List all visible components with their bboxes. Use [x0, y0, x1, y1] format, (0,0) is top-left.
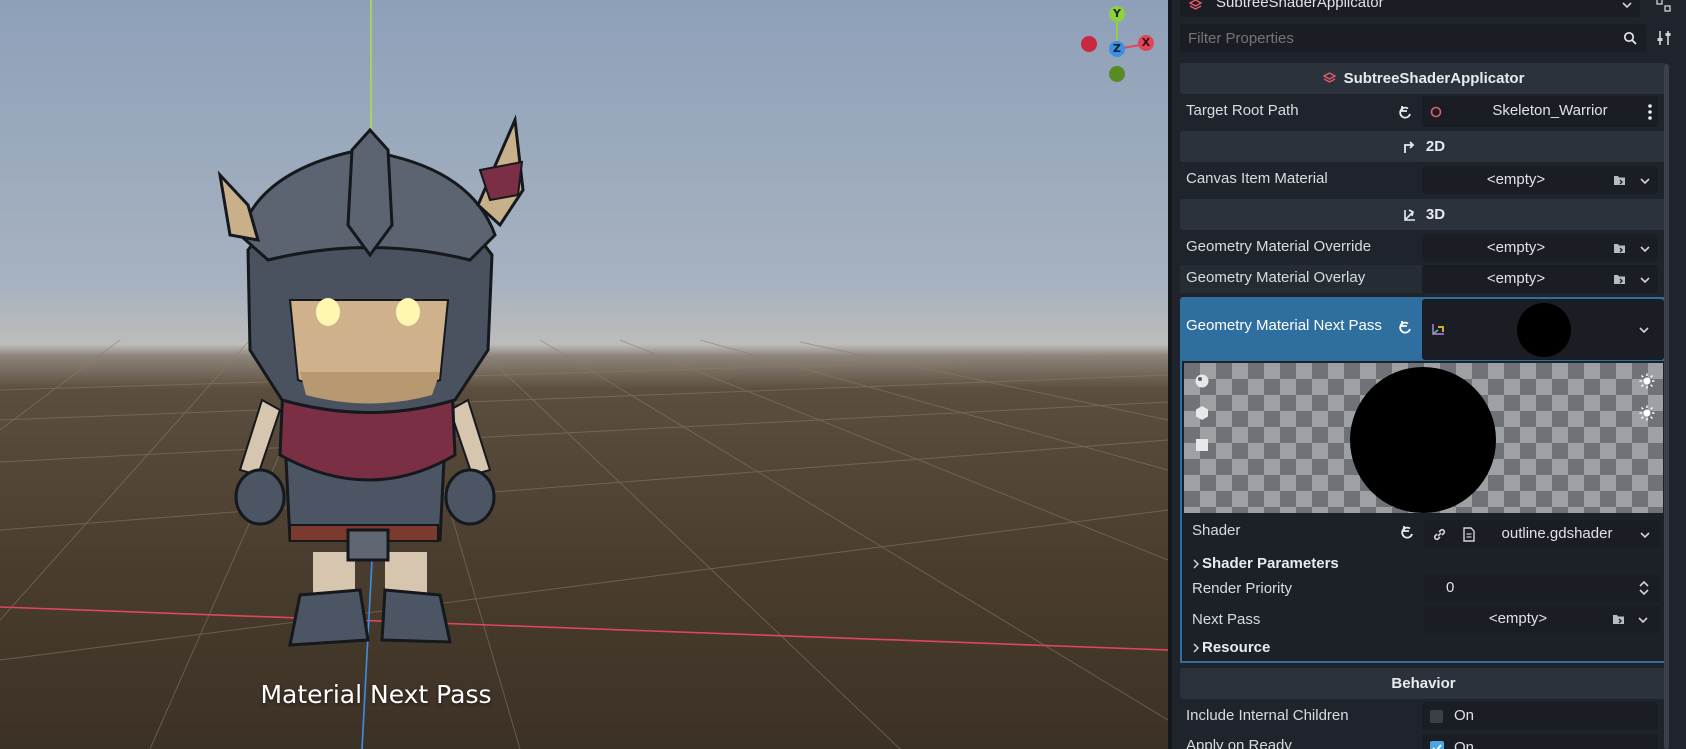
load-folder-icon[interactable] [1613, 273, 1627, 285]
next-pass-picker[interactable]: <empty> [1424, 605, 1660, 633]
target-root-path-value: Skeleton_Warrior [1492, 102, 1608, 119]
search-icon [1623, 31, 1637, 45]
chevron-right-icon [1193, 643, 1200, 653]
inspector-scrollbar[interactable] [1664, 64, 1669, 749]
section-behavior[interactable]: Behavior [1180, 668, 1667, 699]
material-thumbnail [1517, 303, 1571, 357]
material-preview [1184, 363, 1663, 513]
geometry-material-overlay-label: Geometry Material Overlay [1186, 269, 1366, 286]
geometry-material-overlay-picker[interactable]: <empty> [1422, 265, 1658, 293]
shader-material-icon [1432, 324, 1444, 335]
chevron-down-icon[interactable] [1637, 323, 1651, 337]
chevron-down-icon[interactable] [1638, 273, 1652, 287]
light-1-icon[interactable] [1639, 373, 1655, 389]
section-3d[interactable]: 3D [1180, 199, 1667, 230]
material-subresource-editor: Shader outline.gdshader Shader Parameter… [1180, 361, 1667, 663]
checkbox-checked-icon[interactable] [1430, 741, 1444, 749]
neg-x-handle[interactable] [1081, 36, 1097, 52]
node-class-icon [1189, 0, 1202, 10]
sphere-preview-icon[interactable] [1194, 373, 1210, 389]
section-2d-title: 2D [1425, 138, 1446, 155]
target-root-path-field[interactable]: Skeleton_Warrior [1422, 96, 1658, 127]
load-folder-icon[interactable] [1613, 174, 1627, 186]
spin-arrows-icon[interactable] [1638, 579, 1650, 597]
next-pass-label: Next Pass [1192, 611, 1261, 628]
revert-icon[interactable] [1398, 105, 1414, 121]
preview-sphere [1350, 367, 1496, 513]
gizmo-x-label: X [1141, 36, 1151, 49]
geometry-material-next-pass-label: Geometry Material Next Pass [1186, 317, 1382, 334]
quad-preview-icon[interactable] [1194, 437, 1210, 453]
node-3d-icon [1404, 208, 1415, 221]
chevron-right-icon [1193, 559, 1200, 569]
render-priority-label: Render Priority [1192, 580, 1293, 597]
load-folder-icon[interactable] [1613, 242, 1627, 254]
target-root-path-label: Target Root Path [1186, 102, 1299, 119]
class-header: SubtreeShaderApplicator [1180, 63, 1667, 94]
resource-label: Resource [1202, 639, 1271, 656]
canvas-item-material-picker[interactable]: <empty> [1422, 166, 1658, 194]
render-priority-value: 0 [1446, 579, 1455, 596]
shader-picker[interactable]: outline.gdshader [1424, 520, 1660, 548]
chevron-down-icon [1622, 2, 1632, 9]
gizmo-z-label: Z [1113, 42, 1121, 55]
link-icon[interactable] [1432, 527, 1447, 542]
gizmo-y-label: Y [1113, 7, 1121, 20]
viewport-scene [0, 0, 1168, 749]
include-internal-children-toggle[interactable]: On [1422, 702, 1658, 730]
filter-properties-input[interactable] [1188, 28, 1598, 48]
include-internal-children-value: On [1454, 707, 1475, 724]
more-options-icon[interactable] [1647, 103, 1653, 121]
node-selector[interactable]: SubtreeShaderApplicator [1180, 0, 1640, 17]
node-path-icon [1430, 106, 1442, 118]
shader-parameters-label: Shader Parameters [1202, 555, 1339, 572]
render-priority-spinbox[interactable]: 0 [1424, 574, 1660, 602]
filter-properties-field[interactable] [1180, 24, 1646, 52]
node-selector-value: SubtreeShaderApplicator [1216, 0, 1384, 11]
video-caption: Material Next Pass [260, 680, 492, 709]
shader-file-icon [1463, 527, 1475, 542]
canvas-item-material-value: <empty> [1486, 171, 1546, 188]
apply-on-ready-value: On [1454, 739, 1475, 749]
include-internal-children-label: Include Internal Children [1186, 707, 1349, 724]
apply-on-ready-label: Apply on Ready [1186, 737, 1292, 749]
geometry-material-overlay-value: <empty> [1486, 270, 1546, 287]
chevron-down-icon[interactable] [1638, 174, 1652, 188]
geometry-material-override-label: Geometry Material Override [1186, 238, 1372, 255]
load-folder-icon[interactable] [1612, 613, 1626, 625]
shader-value: outline.gdshader [1501, 525, 1613, 542]
checkbox-unchecked[interactable] [1430, 710, 1443, 723]
section-3d-title: 3D [1425, 206, 1446, 223]
node-2d-icon [1404, 140, 1415, 153]
revert-icon[interactable] [1400, 525, 1416, 541]
z-axis-line [361, 559, 373, 749]
box-preview-icon[interactable] [1194, 405, 1210, 421]
section-behavior-title: Behavior [1391, 675, 1456, 692]
light-2-icon[interactable] [1639, 405, 1655, 421]
next-pass-value: <empty> [1488, 610, 1548, 627]
neg-y-handle[interactable] [1109, 66, 1125, 82]
canvas-item-material-label: Canvas Item Material [1186, 170, 1328, 187]
revert-icon[interactable] [1398, 320, 1414, 336]
object-menu-icon[interactable] [1656, 0, 1672, 12]
3d-viewport[interactable]: Y X Z Material Next Pass [0, 0, 1168, 749]
chevron-down-icon[interactable] [1638, 528, 1652, 542]
property-tools-icon[interactable] [1656, 29, 1672, 47]
geometry-material-override-picker[interactable]: <empty> [1422, 234, 1658, 262]
node-class-icon [1322, 72, 1336, 83]
shader-label: Shader [1192, 522, 1241, 539]
apply-on-ready-toggle[interactable]: On [1422, 734, 1658, 749]
chevron-down-icon[interactable] [1638, 242, 1652, 256]
chevron-down-icon[interactable] [1636, 613, 1650, 627]
next-pass-material-picker[interactable] [1422, 299, 1664, 360]
class-header-title: SubtreeShaderApplicator [1343, 70, 1525, 87]
resource-group[interactable]: Resource [1184, 635, 1663, 661]
section-2d[interactable]: 2D [1180, 131, 1667, 162]
inspector-panel: SubtreeShaderApplicator Filter Propertie… [1172, 0, 1686, 749]
geometry-material-override-value: <empty> [1486, 239, 1546, 256]
